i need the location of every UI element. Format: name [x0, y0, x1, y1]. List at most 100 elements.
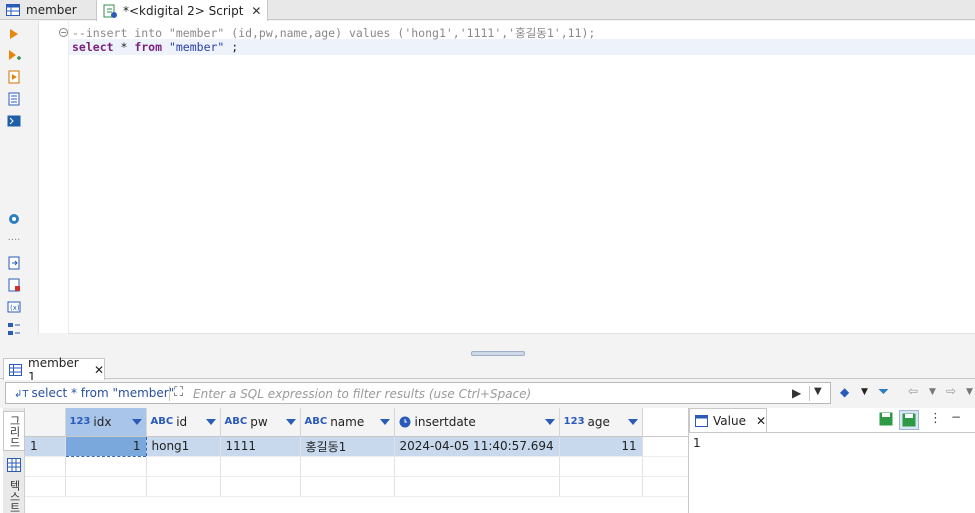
- tab-value[interactable]: Value ✕: [689, 408, 767, 432]
- chevron-down-icon[interactable]: [131, 418, 142, 425]
- value-panel: Value ✕ ⋮ − 1: [688, 408, 975, 513]
- settings-icon[interactable]: [5, 210, 23, 228]
- divider: [169, 386, 170, 401]
- keyword-from: from: [134, 40, 163, 54]
- filter-placeholder: Enter a SQL expression to filter results…: [193, 387, 532, 401]
- grid-icon[interactable]: [7, 458, 21, 475]
- column-name: id: [176, 414, 188, 429]
- divider: [809, 386, 810, 401]
- back-icon[interactable]: ⇦: [908, 384, 918, 398]
- column-name: age: [587, 414, 610, 429]
- filter-icon[interactable]: ⏷: [878, 384, 889, 400]
- save-icon[interactable]: [879, 412, 893, 429]
- cell-idx[interactable]: 1: [64, 435, 147, 457]
- results-tab-bar: member 1 ✕: [0, 356, 975, 384]
- minimize-icon[interactable]: −: [951, 410, 961, 424]
- cell-name[interactable]: 홍길동1: [300, 436, 395, 457]
- chevron-down-icon[interactable]: [544, 418, 555, 425]
- more-options-icon[interactable]: ⋮: [929, 411, 942, 426]
- value-body[interactable]: 1: [689, 432, 975, 513]
- code-token: ;: [224, 40, 239, 54]
- empty-row: [25, 476, 718, 497]
- text-type-icon: ABC: [304, 416, 328, 428]
- terminal-icon[interactable]: [5, 112, 23, 130]
- filter-query: ↲T select * from "member": [14, 386, 174, 400]
- outline-icon[interactable]: [5, 320, 23, 338]
- chevron-down-icon[interactable]: ▼: [929, 387, 936, 397]
- expand-icon[interactable]: ⛶: [174, 385, 183, 400]
- row-number-header: [25, 408, 66, 437]
- table-icon: [6, 4, 20, 16]
- editor-tab-bar: member *<kdigital 2> Script ✕: [0, 0, 975, 21]
- editor-toolbar: ···· (x): [0, 21, 28, 348]
- chevron-down-icon[interactable]: [205, 418, 216, 425]
- cell-age[interactable]: 11: [559, 436, 643, 457]
- chevron-down-icon[interactable]: [379, 418, 390, 425]
- explain-plan-icon[interactable]: [5, 90, 23, 108]
- chevron-down-icon[interactable]: ▼: [966, 387, 973, 397]
- editor-gutter: [39, 21, 69, 333]
- column-header-insertdate[interactable]: insertdate: [394, 408, 560, 437]
- code-line-1: --insert into "member" (id,pw,name,age) …: [72, 26, 596, 40]
- tab-script[interactable]: *<kdigital 2> Script ✕: [96, 0, 269, 21]
- svg-text:(x): (x): [10, 304, 20, 312]
- column-name: name: [330, 414, 365, 429]
- panel-splitter[interactable]: [0, 348, 975, 358]
- clock-icon: [399, 416, 411, 428]
- sql-script-icon: [103, 4, 117, 18]
- cell-id[interactable]: hong1: [146, 436, 221, 457]
- cell-pw[interactable]: 1111: [220, 436, 301, 457]
- value-text: 1: [693, 436, 701, 450]
- table-row[interactable]: 1 1 hong1 1111 홍길동1 2024-04-05 11:40:57.…: [25, 435, 718, 457]
- splitter-grip[interactable]: [471, 351, 525, 356]
- column-name: idx: [93, 414, 112, 429]
- sql-icon: ↲T: [14, 389, 29, 400]
- execute-script-icon[interactable]: [5, 68, 23, 86]
- tab-grid-view[interactable]: 그리드: [3, 411, 25, 451]
- apply-filter-icon[interactable]: ▶: [792, 386, 801, 400]
- cell-insertdate[interactable]: 2024-04-05 11:40:57.694: [394, 436, 560, 457]
- load-script-icon[interactable]: [5, 276, 23, 294]
- column-header-pw[interactable]: ABC pw: [220, 408, 301, 437]
- tab-text-view[interactable]: 텍스트: [3, 480, 25, 513]
- column-header-name[interactable]: ABC name: [300, 408, 395, 437]
- column-header-idx[interactable]: 123 idx: [65, 408, 147, 437]
- auto-save-icon[interactable]: [899, 410, 919, 430]
- execute-new-tab-icon[interactable]: [5, 47, 23, 65]
- column-header-id[interactable]: ABC id: [146, 408, 221, 437]
- empty-row: [25, 456, 718, 477]
- code-token: *: [113, 40, 135, 54]
- value-tab-label: Value: [713, 413, 746, 428]
- tab-label: *<kdigital 2> Script: [123, 3, 244, 18]
- filter-history-icon[interactable]: ▼: [814, 386, 822, 397]
- chevron-down-icon[interactable]: [285, 418, 296, 425]
- column-name: pw: [250, 414, 268, 429]
- header-row: 123 idx ABC id ABC pw ABC name insertdate 12…: [25, 408, 718, 437]
- value-icon: [695, 414, 708, 427]
- column-header-age[interactable]: 123 age: [559, 408, 643, 437]
- tab-member[interactable]: member: [0, 0, 83, 20]
- close-icon[interactable]: ✕: [756, 414, 766, 428]
- forward-icon[interactable]: ⇨: [946, 384, 956, 398]
- fold-icon[interactable]: −: [59, 28, 68, 37]
- tab-results[interactable]: member 1 ✕: [3, 356, 105, 384]
- chevron-down-icon[interactable]: [627, 418, 638, 425]
- table-name-token: "member": [162, 40, 225, 54]
- sql-editor[interactable]: − --insert into "member" (id,pw,name,age…: [38, 21, 975, 333]
- horizontal-scrollbar[interactable]: [68, 333, 975, 348]
- filter-input[interactable]: ↲T select * from "member" ⛶ Enter a SQL e…: [5, 382, 831, 404]
- variables-icon[interactable]: (x): [5, 298, 23, 316]
- results-table: 123 idx ABC id ABC pw ABC name insertdate 12…: [25, 408, 718, 497]
- close-icon[interactable]: ✕: [251, 4, 261, 18]
- row-number[interactable]: 1: [25, 436, 66, 457]
- export-icon[interactable]: [5, 254, 23, 272]
- chevron-down-icon[interactable]: ▼: [861, 387, 868, 397]
- more-icon[interactable]: ····: [5, 231, 23, 249]
- text-type-icon: ABC: [224, 416, 248, 428]
- filter-bar: ↲T select * from "member" ⛶ Enter a SQL e…: [0, 380, 975, 406]
- eraser-icon[interactable]: ◆: [840, 385, 849, 399]
- close-icon[interactable]: ✕: [94, 363, 104, 377]
- view-mode-tabs: 그리드 텍스트: [3, 408, 25, 513]
- numeric-type-icon: 123: [563, 416, 585, 428]
- execute-statement-icon[interactable]: [5, 25, 23, 43]
